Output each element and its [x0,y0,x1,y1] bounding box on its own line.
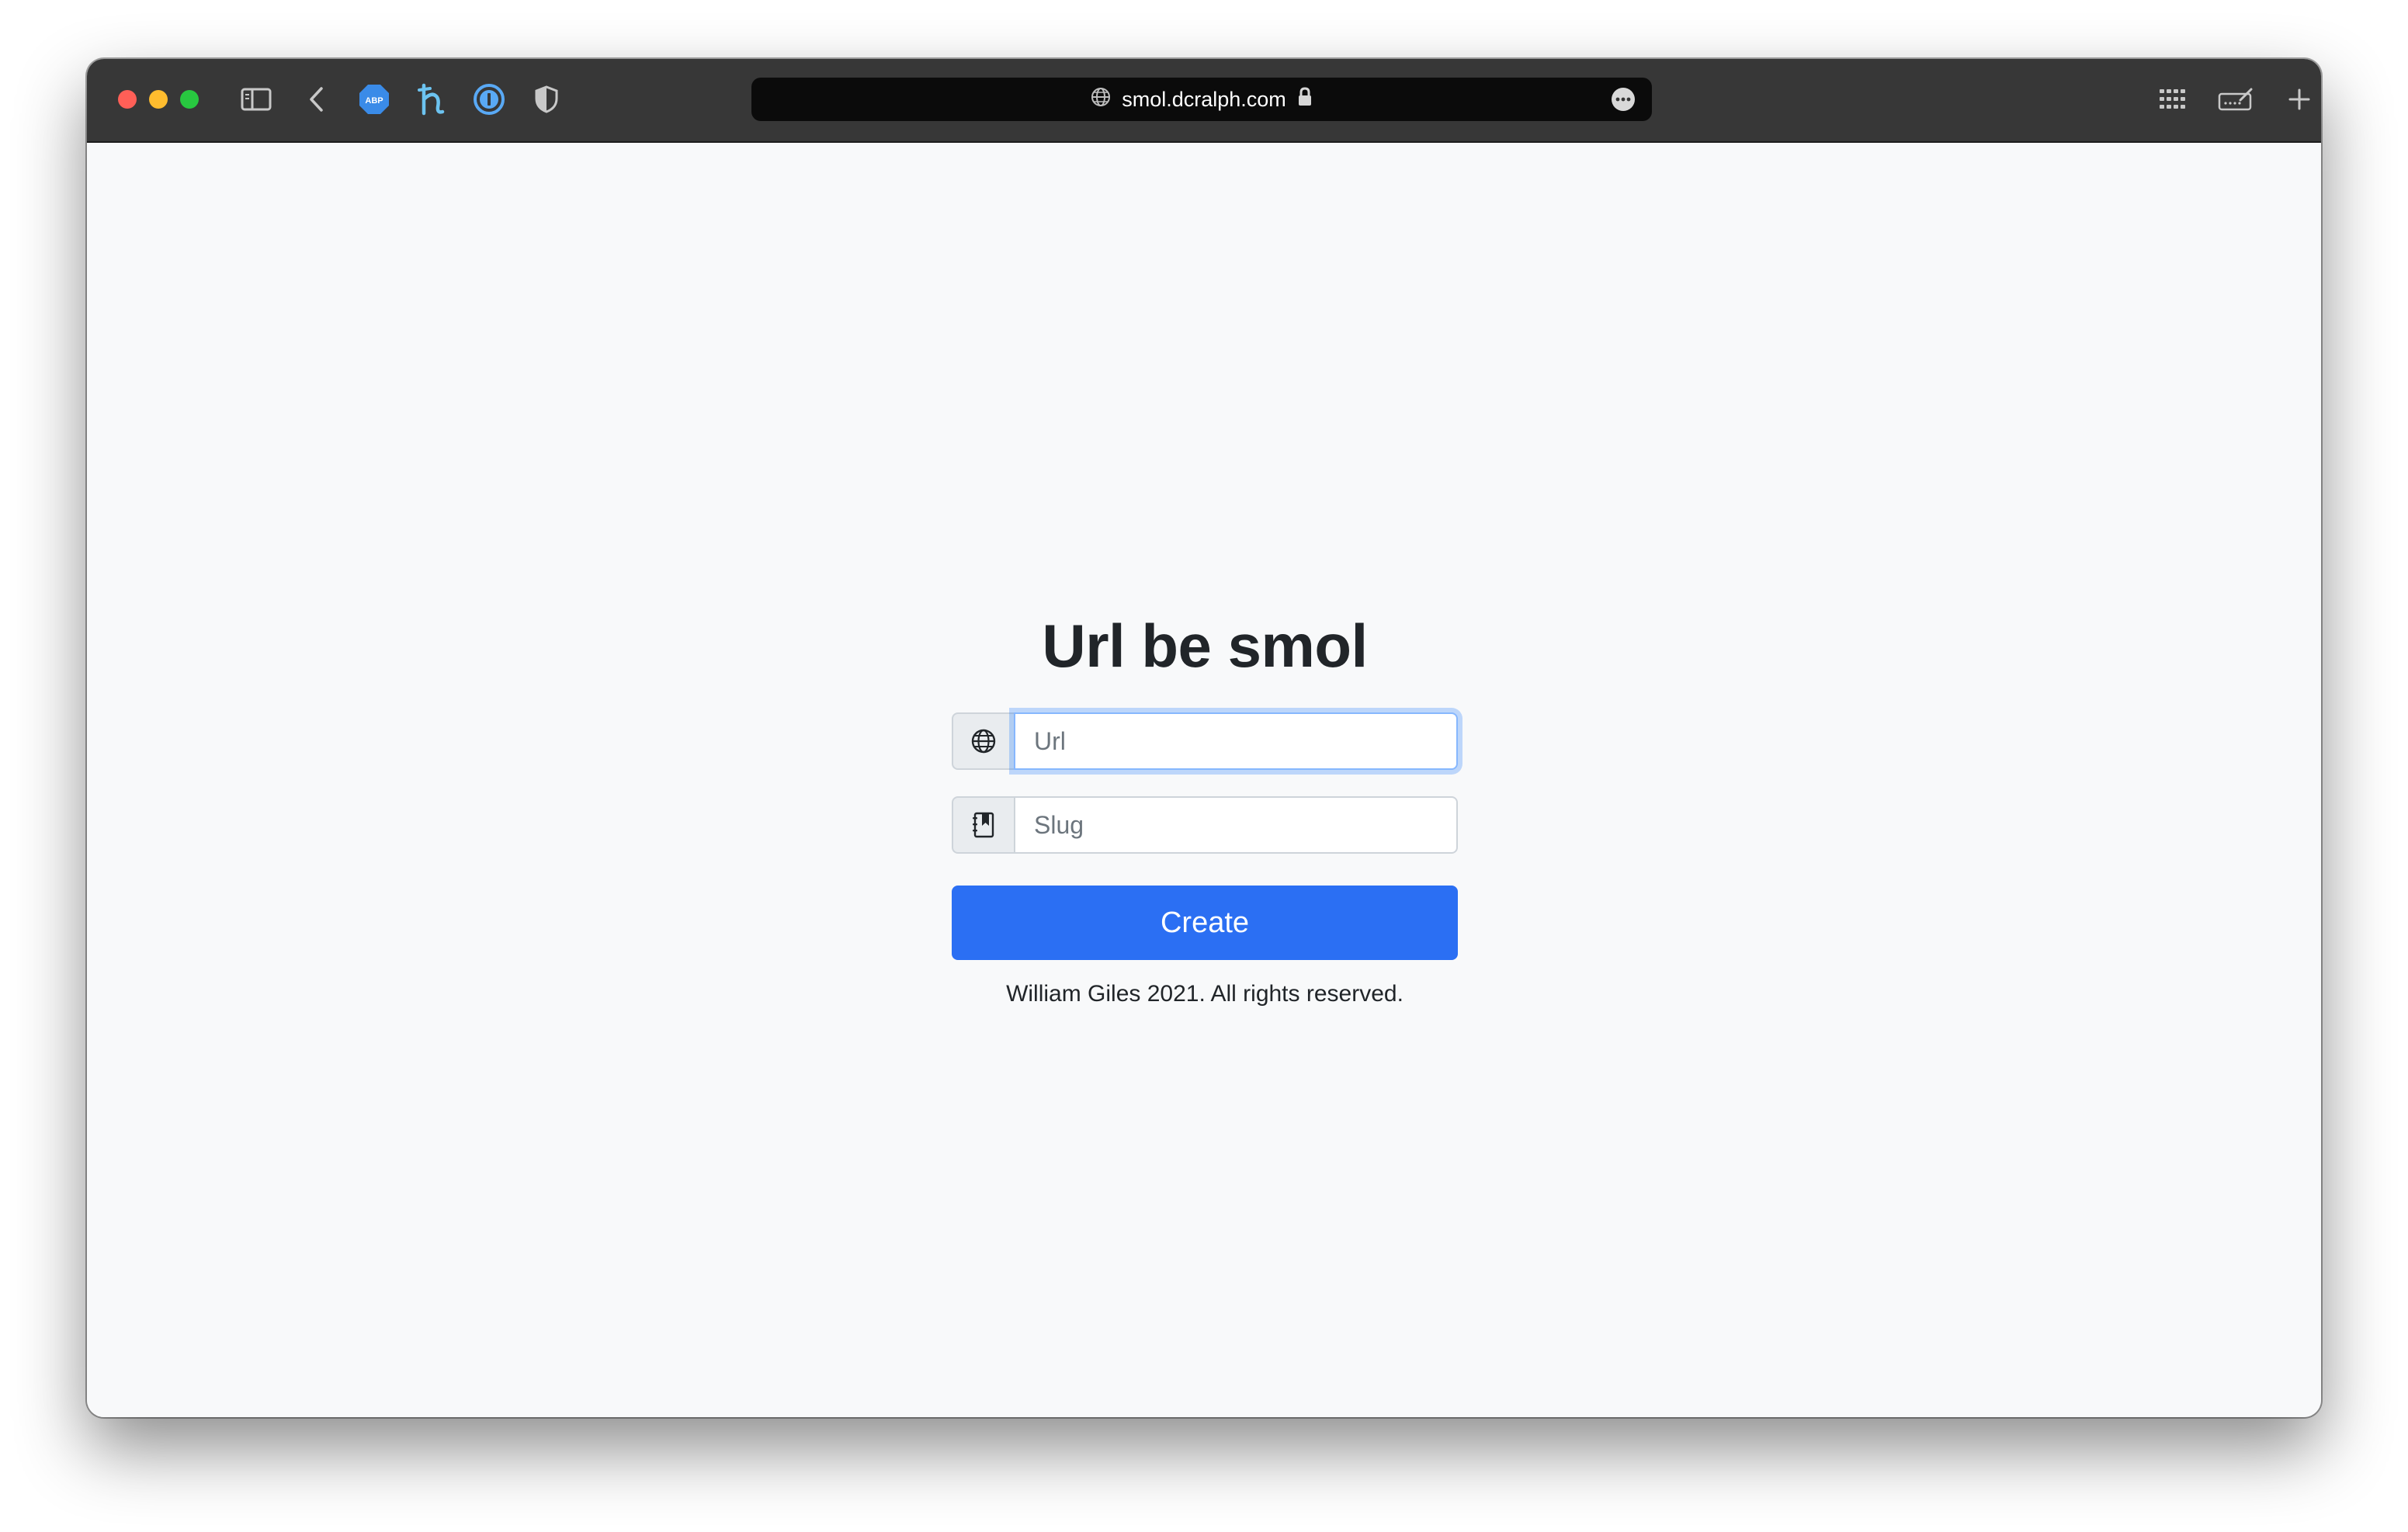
url-input-group [952,712,1458,770]
maximize-window-button[interactable] [180,90,199,109]
honey-icon[interactable] [411,79,452,120]
shorten-form: Url be smol Url Slug Create William Gile… [952,608,1458,1007]
url-text: smol.dcralph.com [1122,87,1286,111]
slug-input-group [952,796,1458,854]
browser-window: ABP smol.dcralph.com Url be smol Url Slu… [87,59,2321,1417]
back-chevron-icon[interactable] [297,79,337,120]
onepassword-icon[interactable] [469,79,509,120]
browser-toolbar: ABP smol.dcralph.com [87,59,2321,143]
create-button[interactable]: Create [952,886,1458,960]
bookmark-book-icon [952,796,1014,854]
page-content: Url be smol Url Slug Create William Gile… [87,143,2321,1417]
address-bar[interactable]: smol.dcralph.com [751,78,1652,121]
close-window-button[interactable] [118,90,137,109]
abp-icon[interactable]: ABP [354,79,394,120]
sidebar-toggle-icon[interactable] [236,79,276,120]
url-input[interactable] [1014,712,1458,770]
svg-text:ABP: ABP [365,96,383,106]
password-keyboard-icon[interactable] [2215,79,2256,120]
globe-icon [1091,87,1111,113]
copyright-footer: William Giles 2021. All rights reserved. [1006,981,1404,1007]
minimize-window-button[interactable] [149,90,168,109]
page-title: Url be smol [1042,612,1368,680]
privacy-shield-icon[interactable] [526,79,567,120]
tab-overview-icon[interactable] [2152,79,2192,120]
slug-input[interactable] [1014,796,1458,854]
lock-icon [1297,86,1313,113]
globe-icon [952,712,1014,770]
new-tab-plus-icon[interactable] [2279,79,2320,120]
page-menu-icon[interactable] [1612,88,1635,111]
